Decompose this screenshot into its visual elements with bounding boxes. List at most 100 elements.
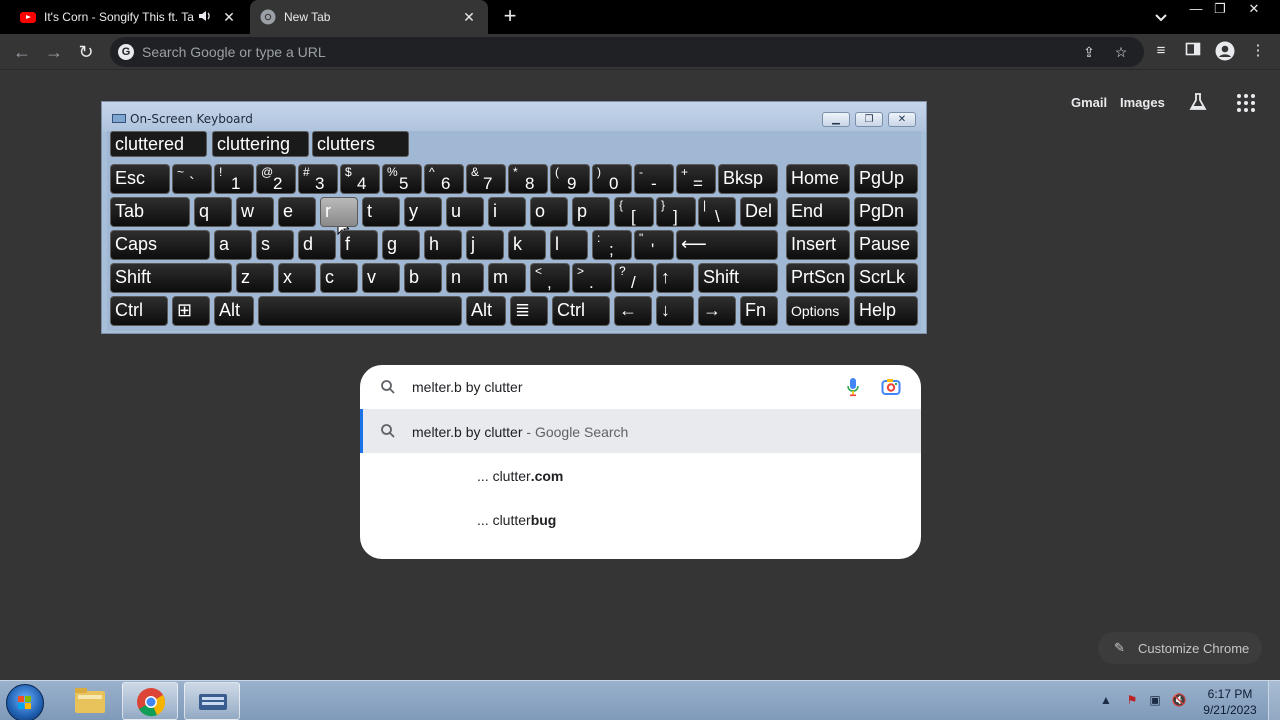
customize-chrome-button[interactable]: ✎ Customize Chrome: [1098, 632, 1262, 664]
key-s[interactable]: s: [256, 230, 294, 260]
key-j[interactable]: j: [466, 230, 504, 260]
key-4[interactable]: $4: [340, 164, 380, 194]
key-insert[interactable]: Insert: [786, 230, 850, 260]
reload-icon[interactable]: ↻: [74, 40, 98, 64]
key-7[interactable]: & 7: [466, 164, 506, 194]
key-0[interactable]: ) 0: [592, 164, 632, 194]
key-f[interactable]: f: [340, 230, 378, 260]
suggestion-item[interactable]: ... clutterbug: [360, 497, 921, 541]
key-q[interactable]: q: [194, 197, 232, 227]
key-⟵[interactable]: ⟵: [676, 230, 778, 260]
chevron-down-icon[interactable]: [1152, 8, 1170, 26]
close-tab-icon[interactable]: ✕: [220, 8, 238, 26]
osk-restore-button[interactable]: ❐: [855, 112, 883, 127]
omnibox[interactable]: G Search Google or type a URL ⇪ ☆: [110, 37, 1144, 67]
prediction-cluttered[interactable]: cluttered: [110, 131, 207, 157]
key-v[interactable]: v: [362, 263, 400, 293]
key-`[interactable]: ~ `: [172, 164, 212, 194]
key-del[interactable]: Del: [740, 197, 778, 227]
key-prtscn[interactable]: PrtScn: [786, 263, 850, 293]
action-center-icon[interactable]: ⚑: [1124, 692, 1140, 708]
forward-icon[interactable]: →: [42, 40, 66, 64]
key-alt[interactable]: Alt: [214, 296, 254, 326]
key-b[interactable]: b: [404, 263, 442, 293]
key-d[interactable]: d: [298, 230, 336, 260]
key-l[interactable]: l: [550, 230, 588, 260]
key-bksp[interactable]: Bksp: [718, 164, 778, 194]
key--[interactable]: --: [634, 164, 674, 194]
media-control-icon[interactable]: ≡: [1151, 41, 1171, 61]
restore-button[interactable]: ❐: [1210, 0, 1230, 20]
key-≣[interactable]: ≣: [510, 296, 548, 326]
key-c[interactable]: c: [320, 263, 358, 293]
close-tab-icon[interactable]: ✕: [460, 8, 478, 26]
key-→[interactable]: →: [698, 296, 736, 326]
taskbar-osk[interactable]: [184, 682, 240, 720]
key-g[interactable]: g: [382, 230, 420, 260]
close-window-button[interactable]: ✕: [1244, 0, 1264, 20]
key-caps[interactable]: Caps: [110, 230, 210, 260]
key-help[interactable]: Help: [854, 296, 918, 326]
back-icon[interactable]: ←: [10, 40, 34, 64]
search-input[interactable]: melter.b by clutter: [412, 379, 523, 395]
key-←[interactable]: ←: [614, 296, 652, 326]
key-home[interactable]: Home: [786, 164, 850, 194]
menu-icon[interactable]: ⋮: [1248, 41, 1268, 61]
key-w[interactable]: w: [236, 197, 274, 227]
key-8[interactable]: * 8: [508, 164, 548, 194]
images-link[interactable]: Images: [1120, 95, 1165, 110]
share-icon[interactable]: ⇪: [1080, 43, 1098, 61]
tab-youtube[interactable]: It's Corn - Songify This ft. Ta ✕: [8, 0, 248, 34]
key-↑[interactable]: ↑: [656, 263, 694, 293]
key-=[interactable]: + =: [676, 164, 716, 194]
mic-icon[interactable]: [846, 377, 860, 397]
prediction-cluttering[interactable]: cluttering: [212, 131, 309, 157]
key-fn[interactable]: Fn: [740, 296, 778, 326]
minimize-button[interactable]: —: [1186, 0, 1206, 20]
suggestion-item[interactable]: melter.b by clutter - Google Search: [360, 409, 921, 453]
key-x[interactable]: x: [278, 263, 316, 293]
key-'[interactable]: " ': [634, 230, 674, 260]
key-9[interactable]: (9: [550, 164, 590, 194]
key-ctrl[interactable]: Ctrl: [552, 296, 610, 326]
osk-title-bar[interactable]: On-Screen Keyboard ▁ ❐ ✕: [102, 102, 926, 132]
key-h[interactable]: h: [424, 230, 462, 260]
key-n[interactable]: n: [446, 263, 484, 293]
key-t[interactable]: t: [362, 197, 400, 227]
key-end[interactable]: End: [786, 197, 850, 227]
speaker-icon[interactable]: [198, 10, 214, 25]
key-options[interactable]: Options: [786, 296, 850, 326]
labs-flask-icon[interactable]: [1187, 91, 1209, 113]
key-,[interactable]: <,: [530, 263, 570, 293]
osk-minimize-button[interactable]: ▁: [822, 112, 850, 127]
suggestion-item[interactable]: ... clutter.com: [360, 453, 921, 497]
apps-grid-icon[interactable]: [1237, 94, 1255, 112]
network-icon[interactable]: ▣: [1147, 692, 1163, 708]
key-\[interactable]: | \: [698, 197, 736, 227]
key-m[interactable]: m: [488, 263, 526, 293]
key-⊞[interactable]: ⊞: [172, 296, 210, 326]
start-button[interactable]: [6, 684, 44, 720]
prediction-clutters[interactable]: clutters: [312, 131, 409, 157]
key-;[interactable]: :;: [592, 230, 632, 260]
new-tab-button[interactable]: +: [500, 5, 520, 29]
key-pgup[interactable]: PgUp: [854, 164, 918, 194]
key-1[interactable]: ! 1: [214, 164, 254, 194]
search-box[interactable]: melter.b by clutter: [360, 365, 921, 409]
key-/[interactable]: ? /: [614, 263, 654, 293]
key-.[interactable]: >.: [572, 263, 612, 293]
key-shift[interactable]: Shift: [698, 263, 778, 293]
key-e[interactable]: e: [278, 197, 316, 227]
gmail-link[interactable]: Gmail: [1071, 95, 1107, 110]
osk-close-button[interactable]: ✕: [888, 112, 916, 127]
key-3[interactable]: #3: [298, 164, 338, 194]
key-z[interactable]: z: [236, 263, 274, 293]
profile-icon[interactable]: [1215, 41, 1235, 61]
camera-search-icon[interactable]: [881, 378, 901, 396]
key-u[interactable]: u: [446, 197, 484, 227]
key-[[interactable]: {[: [614, 197, 654, 227]
key-o[interactable]: o: [530, 197, 568, 227]
key-r[interactable]: r: [320, 197, 358, 227]
bookmark-star-icon[interactable]: ☆: [1112, 43, 1130, 61]
show-hidden-icons[interactable]: ▲: [1098, 692, 1114, 708]
